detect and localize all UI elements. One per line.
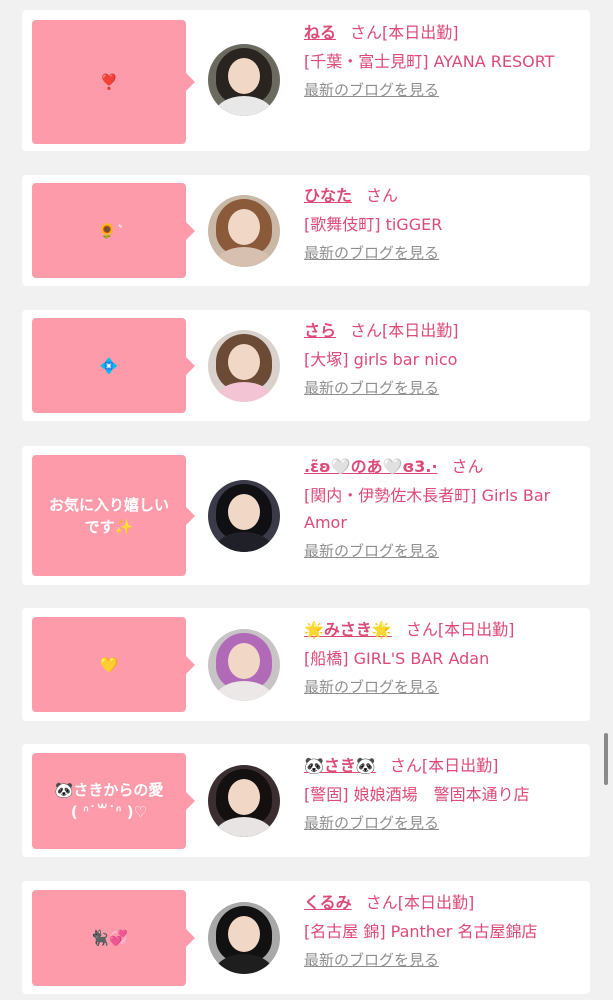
honorific: さん	[365, 893, 398, 912]
cast-card: お気に入り嬉しい です✨ .ɛ̃ʚ🤍のあ🤍ɞ3.· さん [関内・伊勢佐木長者町]…	[22, 446, 590, 585]
status-badge: [本日出勤]	[397, 893, 475, 912]
status-badge: [本日出勤]	[437, 620, 515, 639]
cast-name-link[interactable]: ひなた	[304, 186, 352, 205]
cast-info: さら さん[本日出勤] [大塚] girls bar nico 最新のブログを見る	[304, 318, 586, 399]
latest-blog-link[interactable]: 最新のブログを見る	[304, 540, 439, 562]
message-bubble: ❣️	[32, 20, 195, 144]
honorific: さん	[350, 321, 383, 340]
avatar[interactable]	[208, 629, 280, 701]
avatar[interactable]	[208, 902, 280, 974]
cast-info: 🌟みさき🌟 さん[本日出勤] [船橋] GIRL'S BAR Adan 最新のブロ…	[304, 617, 586, 698]
latest-blog-link[interactable]: 最新のブログを見る	[304, 79, 439, 101]
shop-name: [大塚] girls bar nico	[304, 350, 458, 369]
shop-name: [千葉・富士見町] AYANA RESORT	[304, 52, 555, 71]
message-bubble: 💛	[32, 617, 195, 712]
cast-name-link[interactable]: .ɛ̃ʚ🤍のあ🤍ɞ3.·	[304, 457, 438, 476]
shop-name: [船橋] GIRL'S BAR Adan	[304, 649, 490, 668]
cast-card: 🐼さきからの愛 ( ᐢ˙꒳˙ᐢ )♡ 🐼さき🐼 さん[本日出勤] [警固] 娘娘酒…	[22, 744, 590, 857]
shop-name: [名古屋 錦] Panther 名古屋錦店	[304, 922, 538, 941]
cast-info: ねる さん[本日出勤] [千葉・富士見町] AYANA RESORT 最新のブログ…	[304, 20, 586, 101]
cast-name-link[interactable]: 🌟みさき🌟	[304, 620, 392, 639]
honorific: さん	[451, 457, 484, 476]
shop-name: [関内・伊勢佐木長者町] Girls Bar Amor	[304, 486, 551, 532]
avatar[interactable]	[208, 195, 280, 267]
message-bubble: 🌻 ͛	[32, 183, 195, 278]
avatar[interactable]	[208, 765, 280, 837]
message-bubble: 🐼さきからの愛 ( ᐢ˙꒳˙ᐢ )♡	[32, 753, 195, 849]
latest-blog-link[interactable]: 最新のブログを見る	[304, 377, 439, 399]
honorific: さん	[366, 186, 399, 205]
cast-info: .ɛ̃ʚ🤍のあ🤍ɞ3.· さん [関内・伊勢佐木長者町] Girls Bar Am…	[304, 454, 586, 562]
shop-name: [警固] 娘娘酒場 警固本通り店	[304, 785, 530, 804]
message-bubble: 💠	[32, 318, 195, 413]
status-badge: [本日出勤]	[421, 756, 499, 775]
latest-blog-link[interactable]: 最新のブログを見る	[304, 242, 439, 264]
cast-info: 🐼さき🐼 さん[本日出勤] [警固] 娘娘酒場 警固本通り店 最新のブログを見る	[304, 753, 586, 834]
scrollbar-thumb[interactable]	[604, 733, 608, 785]
status-badge: [本日出勤]	[382, 23, 459, 42]
cast-card: 💠 さら さん[本日出勤] [大塚] girls bar nico 最新のブログを…	[22, 310, 590, 421]
cast-name-link[interactable]: ねる	[304, 23, 336, 42]
avatar[interactable]	[208, 330, 280, 402]
cast-card: 💛 🌟みさき🌟 さん[本日出勤] [船橋] GIRL'S BAR Adan 最新の…	[22, 608, 590, 721]
cast-name-link[interactable]: さら	[304, 321, 336, 340]
cast-info: ひなた さん [歌舞伎町] tiGGER 最新のブログを見る	[304, 183, 586, 264]
honorific: さん	[350, 23, 383, 42]
latest-blog-link[interactable]: 最新のブログを見る	[304, 676, 439, 698]
avatar[interactable]	[208, 44, 280, 116]
cast-info: くるみ さん[本日出勤] [名古屋 錦] Panther 名古屋錦店 最新のブログ…	[304, 890, 586, 971]
cast-name-link[interactable]: 🐼さき🐼	[304, 756, 376, 775]
cast-card: 🌻 ͛ ひなた さん [歌舞伎町] tiGGER 最新のブログを見る	[22, 175, 590, 286]
shop-name: [歌舞伎町] tiGGER	[304, 215, 443, 234]
avatar[interactable]	[208, 480, 280, 552]
honorific: さん	[389, 756, 422, 775]
latest-blog-link[interactable]: 最新のブログを見る	[304, 812, 439, 834]
message-bubble: お気に入り嬉しい です✨	[32, 455, 195, 576]
cast-card: ❣️ ねる さん[本日出勤] [千葉・富士見町] AYANA RESORT 最新の…	[22, 10, 590, 151]
latest-blog-link[interactable]: 最新のブログを見る	[304, 949, 439, 971]
status-badge: [本日出勤]	[382, 321, 459, 340]
message-bubble: 🐈‍⬛💞	[32, 890, 195, 986]
cast-card: 🐈‍⬛💞 くるみ さん[本日出勤] [名古屋 錦] Panther 名古屋錦店 最…	[22, 881, 590, 994]
cast-name-link[interactable]: くるみ	[304, 893, 352, 912]
honorific: さん	[405, 620, 438, 639]
